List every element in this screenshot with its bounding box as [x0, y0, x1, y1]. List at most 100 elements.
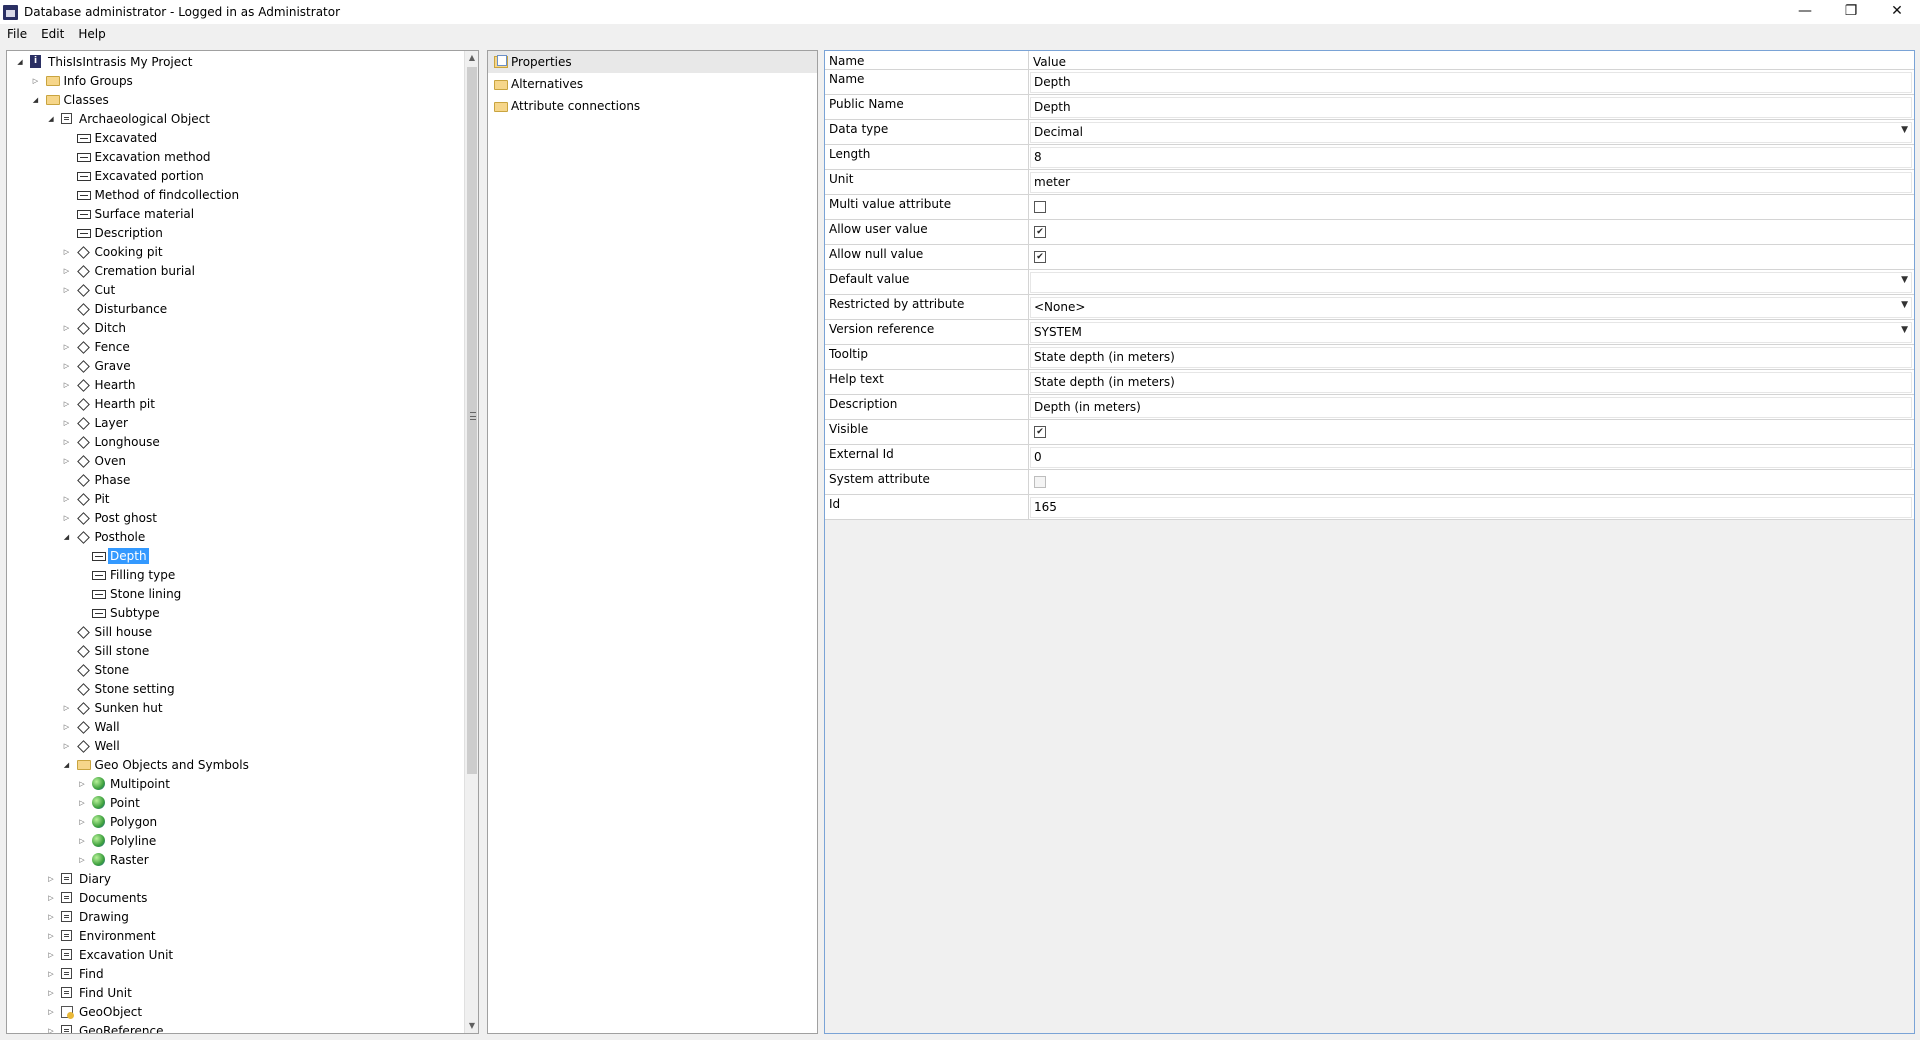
tree-item-sill-stone[interactable]: Sill stone	[7, 641, 464, 660]
expand-arrow-icon[interactable]: ▷	[62, 437, 72, 447]
expand-arrow-icon[interactable]: ▷	[77, 779, 87, 789]
tree-item-label[interactable]: Ditch	[93, 320, 128, 336]
expand-arrow-icon[interactable]: ▷	[46, 893, 56, 903]
tree-item-environment[interactable]: ▷ Environment	[7, 926, 464, 945]
allow-user-value-checkbox[interactable]: ✔	[1034, 226, 1046, 238]
tree-item-label[interactable]: Depth	[108, 547, 149, 564]
tree-item-label[interactable]: Fence	[93, 339, 132, 355]
name-column-header[interactable]: Name	[825, 51, 1029, 69]
multi-value-attribute-checkbox[interactable]	[1034, 201, 1046, 213]
tree-item-label[interactable]: Stone lining	[108, 586, 183, 602]
expand-arrow-icon[interactable]: ▷	[46, 912, 56, 922]
expand-arrow-icon[interactable]: ▷	[62, 703, 72, 713]
category-attribute-connections[interactable]: Attribute connections	[488, 95, 817, 117]
tree-item-stone[interactable]: Stone	[7, 660, 464, 679]
tree-item-label[interactable]: Cooking pit	[93, 244, 165, 260]
version-reference-dropdown[interactable]: SYSTEM ▼	[1029, 320, 1914, 344]
tree-item-label[interactable]: Hearth	[93, 377, 138, 393]
expand-arrow-icon[interactable]: ▷	[62, 266, 72, 276]
tree-item-label[interactable]: Diary	[77, 871, 113, 887]
tree-item-label[interactable]: Post ghost	[93, 510, 159, 526]
tree-item-label[interactable]: Excavated	[93, 130, 160, 146]
expand-arrow-icon[interactable]: ▷	[62, 380, 72, 390]
tree-item-wall[interactable]: ▷ Wall	[7, 717, 464, 736]
tree-item-excavated[interactable]: Excavated	[7, 128, 464, 147]
expand-arrow-icon[interactable]: ▷	[62, 513, 72, 523]
expand-arrow-icon[interactable]: ▷	[62, 399, 72, 409]
description-field[interactable]: Depth (in meters)	[1029, 395, 1914, 419]
category-properties[interactable]: Properties	[488, 51, 817, 73]
tooltip-field[interactable]: State depth (in meters)	[1029, 345, 1914, 369]
close-button[interactable]: ✕	[1874, 0, 1920, 22]
collapse-arrow-icon[interactable]: ◢	[62, 760, 72, 770]
tree-item-label[interactable]: Wall	[93, 719, 122, 735]
external-id-field[interactable]: 0	[1029, 445, 1914, 469]
tree-item-ditch[interactable]: ▷ Ditch	[7, 318, 464, 337]
visible-checkbox[interactable]: ✔	[1034, 426, 1046, 438]
tree-item-archaeological-object[interactable]: ◢ Archaeological Object	[7, 109, 464, 128]
tree-scrollbar[interactable]: ▲ ▼	[464, 51, 478, 1033]
tree-item-geo-objects-and-symbols[interactable]: ◢ Geo Objects and Symbols	[7, 755, 464, 774]
tree-item-multipoint[interactable]: ▷ Multipoint	[7, 774, 464, 793]
tree-item-hearth[interactable]: ▷ Hearth	[7, 375, 464, 394]
tree-item-label[interactable]: Hearth pit	[93, 396, 157, 412]
menu-help[interactable]: Help	[71, 27, 112, 41]
tree-item-label[interactable]: Polyline	[108, 833, 158, 849]
tree-item-label[interactable]: Stone setting	[93, 681, 177, 697]
restricted-by-attribute-dropdown[interactable]: <None> ▼	[1029, 295, 1914, 319]
expand-arrow-icon[interactable]: ▷	[77, 798, 87, 808]
tree-item-label[interactable]: Stone	[93, 662, 132, 678]
tree-item-label[interactable]: Disturbance	[93, 301, 170, 317]
tree-item-polygon[interactable]: ▷ Polygon	[7, 812, 464, 831]
tree-item-label[interactable]: Info Groups	[62, 73, 135, 89]
expand-arrow-icon[interactable]: ▷	[46, 950, 56, 960]
tree-item-georeference[interactable]: ▷ GeoReference	[7, 1021, 464, 1033]
help-text-field[interactable]: State depth (in meters)	[1029, 370, 1914, 394]
tree-item-depth[interactable]: Depth	[7, 546, 464, 565]
expand-arrow-icon[interactable]: ▷	[46, 969, 56, 979]
tree-item-excavation-method[interactable]: Excavation method	[7, 147, 464, 166]
tree-item-label[interactable]: Polygon	[108, 814, 159, 830]
expand-arrow-icon[interactable]: ▷	[77, 855, 87, 865]
length-field[interactable]: 8	[1029, 145, 1914, 169]
tree-item-cremation-burial[interactable]: ▷ Cremation burial	[7, 261, 464, 280]
tree-item-oven[interactable]: ▷ Oven	[7, 451, 464, 470]
tree-item-label[interactable]: Drawing	[77, 909, 131, 925]
expand-arrow-icon[interactable]: ▷	[46, 931, 56, 941]
tree-item-label[interactable]: Pit	[93, 491, 112, 507]
collapse-arrow-icon[interactable]: ◢	[62, 532, 72, 542]
tree-item-longhouse[interactable]: ▷ Longhouse	[7, 432, 464, 451]
name-field[interactable]: Depth	[1029, 70, 1914, 94]
tree-item-phase[interactable]: Phase	[7, 470, 464, 489]
tree-item-sunken-hut[interactable]: ▷ Sunken hut	[7, 698, 464, 717]
scroll-down-arrow-icon[interactable]: ▼	[465, 1019, 478, 1033]
tree-item-label[interactable]: Multipoint	[108, 776, 172, 792]
expand-arrow-icon[interactable]: ▷	[46, 874, 56, 884]
tree-item-classes[interactable]: ◢ Classes	[7, 90, 464, 109]
tree-item-label[interactable]: GeoObject	[77, 1004, 144, 1020]
public-name-field[interactable]: Depth	[1029, 95, 1914, 119]
tree-item-label[interactable]: Point	[108, 795, 142, 811]
collapse-arrow-icon[interactable]: ◢	[15, 57, 25, 67]
tree-item-label[interactable]: Excavated portion	[93, 168, 206, 184]
tree-item-description[interactable]: Description	[7, 223, 464, 242]
expand-arrow-icon[interactable]: ▷	[62, 323, 72, 333]
minimize-button[interactable]: —	[1782, 0, 1828, 22]
tree-item-label[interactable]: Posthole	[93, 529, 148, 545]
scroll-up-arrow-icon[interactable]: ▲	[465, 51, 478, 65]
collapse-arrow-icon[interactable]: ◢	[31, 95, 41, 105]
tree-item-label[interactable]: Excavation Unit	[77, 947, 175, 963]
tree-item-raster[interactable]: ▷ Raster	[7, 850, 464, 869]
tree-item-sill-house[interactable]: Sill house	[7, 622, 464, 641]
tree-item-polyline[interactable]: ▷ Polyline	[7, 831, 464, 850]
tree-item-method-of-findcollection[interactable]: Method of findcollection	[7, 185, 464, 204]
tree-item-label[interactable]: Cremation burial	[93, 263, 197, 279]
tree-item-stone-setting[interactable]: Stone setting	[7, 679, 464, 698]
expand-arrow-icon[interactable]: ▷	[62, 741, 72, 751]
expand-arrow-icon[interactable]: ▷	[77, 836, 87, 846]
tree-item-label[interactable]: Sill stone	[93, 643, 152, 659]
tree-item-documents[interactable]: ▷ Documents	[7, 888, 464, 907]
expand-arrow-icon[interactable]: ▷	[62, 456, 72, 466]
tree-item-label[interactable]: Find Unit	[77, 985, 134, 1001]
tree-item-label[interactable]: Archaeological Object	[77, 111, 212, 127]
